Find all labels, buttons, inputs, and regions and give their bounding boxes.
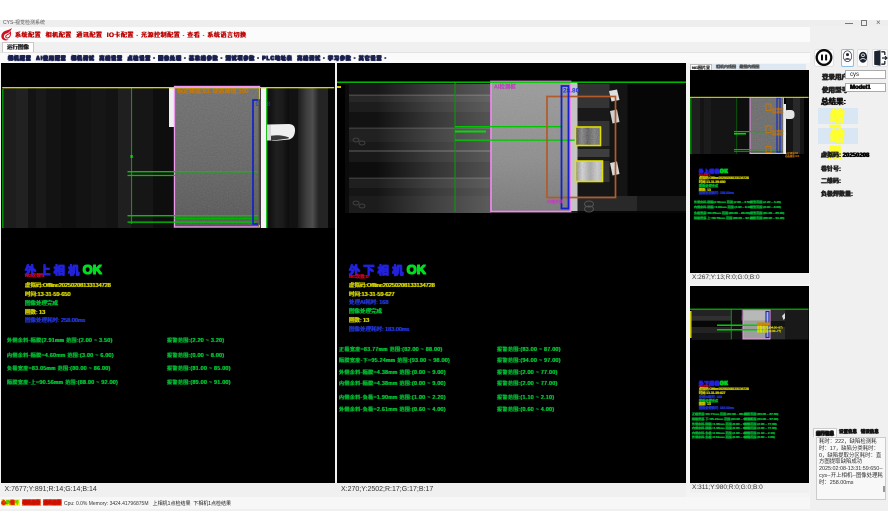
svg-text:动态阈值:100: 动态阈值:100	[785, 154, 800, 158]
svg-text:AI检测框: AI检测框	[494, 83, 516, 91]
svg-text:内侧余料: 内侧余料	[547, 198, 563, 204]
svg-text:28.80: 28.80	[563, 88, 580, 95]
svg-text:报警范围:(2.00~77): 报警范围:(2.00~77)	[757, 329, 781, 333]
